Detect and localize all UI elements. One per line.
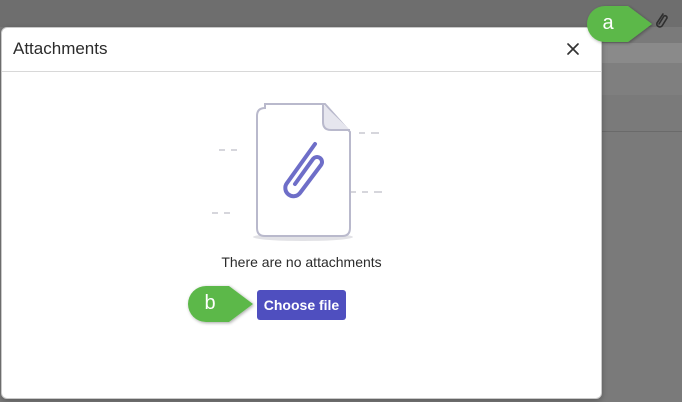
choose-file-button[interactable]: Choose file <box>257 290 346 320</box>
callout-label-a: a <box>602 12 614 34</box>
background-panel-strip-2 <box>600 63 682 95</box>
callout-label-b: b <box>204 292 216 314</box>
background-panel-strip <box>600 43 682 63</box>
dialog-title: Attachments <box>13 39 108 58</box>
file-with-paperclip-icon <box>212 103 382 241</box>
attachments-dialog: Attachments There are no attachments Cho… <box>1 27 602 399</box>
background-divider <box>600 131 682 132</box>
background-topbar <box>0 0 682 27</box>
empty-state-message: There are no attachments <box>221 254 382 270</box>
dialog-header: Attachments <box>2 28 601 72</box>
close-icon[interactable] <box>563 38 583 60</box>
